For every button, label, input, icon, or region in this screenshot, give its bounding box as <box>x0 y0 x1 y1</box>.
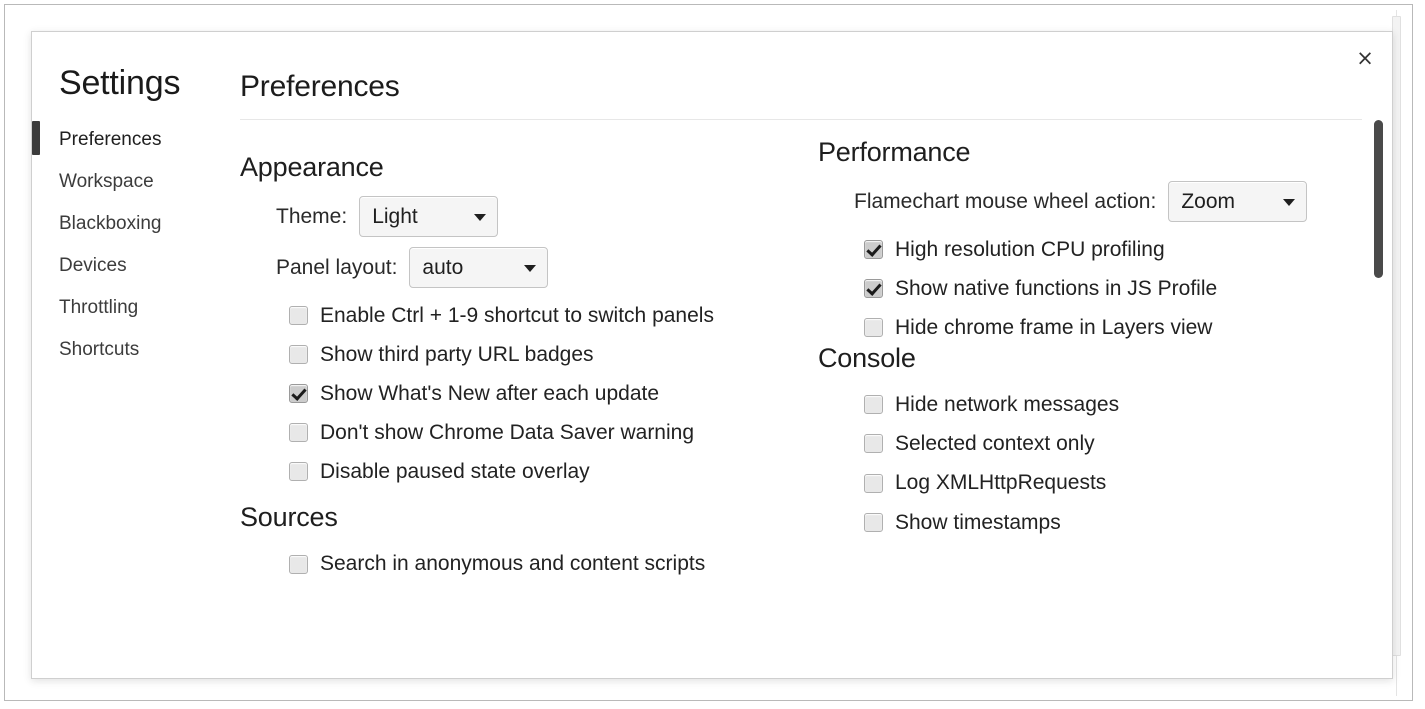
checkbox-label: Enable Ctrl + 1-9 shortcut to switch pan… <box>320 304 714 327</box>
dropdown-value: Light <box>372 204 418 228</box>
setting-row-select: Theme: Light <box>240 196 818 237</box>
dialog-scrollbar[interactable] <box>1372 120 1386 672</box>
setting-row-checkbox[interactable]: Don't show Chrome Data Saver warning <box>289 421 818 444</box>
setting-row-checkbox[interactable]: Search in anonymous and content scripts <box>289 552 818 575</box>
theme-dropdown[interactable]: Light <box>359 196 499 237</box>
chevron-down-icon <box>1283 198 1296 206</box>
section-title-sources: Sources <box>240 502 338 533</box>
sidebar-item-throttling[interactable]: Throttling <box>59 287 240 329</box>
checkbox-unchecked-icon[interactable] <box>864 434 883 454</box>
settings-columns: Appearance Theme: Light Panel layout: auto En… <box>240 133 1392 678</box>
checkbox-unchecked-icon[interactable] <box>289 423 308 443</box>
sidebar-item-shortcuts[interactable]: Shortcuts <box>59 329 240 371</box>
sidebar-item-label: Preferences <box>59 129 162 150</box>
setting-row-checkbox[interactable]: Log XMLHttpRequests <box>864 471 1362 494</box>
setting-row-checkbox[interactable]: Hide network messages <box>864 393 1362 416</box>
sidebar-item-label: Workspace <box>59 171 154 192</box>
select-label: Panel layout: <box>276 255 398 279</box>
page-scrollbar-thumb[interactable] <box>1392 16 1401 656</box>
checkbox-unchecked-icon[interactable] <box>864 473 883 493</box>
checkbox-checked-icon[interactable] <box>864 279 883 299</box>
chevron-down-icon <box>524 264 537 272</box>
chevron-down-icon <box>474 213 487 221</box>
checkbox-label: Don't show Chrome Data Saver warning <box>320 421 695 445</box>
checkbox-unchecked-icon[interactable] <box>864 318 883 338</box>
checkbox-label: Search in anonymous and content scripts <box>320 552 706 576</box>
sidebar-item-devices[interactable]: Devices <box>59 245 240 287</box>
setting-row-checkbox[interactable]: High resolution CPU profiling <box>864 238 1362 261</box>
setting-row-checkbox[interactable]: Show third party URL badges <box>289 343 818 366</box>
sidebar-item-workspace[interactable]: Workspace <box>59 161 240 203</box>
checkbox-label: Hide network messages <box>895 393 1120 417</box>
checkbox-unchecked-icon[interactable] <box>864 395 883 415</box>
settings-column-right: Performance Flamechart mouse wheel action… <box>818 133 1362 678</box>
checkbox-checked-icon[interactable] <box>289 384 308 404</box>
setting-row-checkbox[interactable]: Show timestamps <box>864 511 1362 534</box>
setting-row-checkbox[interactable]: Selected context only <box>864 432 1362 455</box>
sidebar-item-list: Preferences Workspace Blackboxing Devices Th… <box>32 119 240 371</box>
checkbox-label: Show native functions in JS Profile <box>895 277 1218 301</box>
setting-row-select: Flamechart mouse wheel action: Zoom <box>818 181 1362 222</box>
dropdown-value: auto <box>422 255 464 279</box>
settings-sidebar: Settings Preferences Workspace Blackboxing… <box>32 32 240 678</box>
checkbox-checked-icon[interactable] <box>864 240 883 260</box>
setting-row-checkbox[interactable]: Show native functions in JS Profile <box>864 277 1362 300</box>
checkbox-unchecked-icon[interactable] <box>289 554 308 574</box>
page-scrollbar[interactable] <box>1392 10 1407 696</box>
checkbox-label: High resolution CPU profiling <box>895 238 1165 261</box>
sidebar-item-label: Devices <box>59 255 127 276</box>
dropdown-value: Zoom <box>1181 189 1235 213</box>
checkbox-label: Hide chrome frame in Layers view <box>895 316 1213 340</box>
checkbox-unchecked-icon[interactable] <box>289 462 308 482</box>
sidebar-title: Settings <box>59 64 181 102</box>
settings-dialog: × Settings Preferences Workspace Blackboxi… <box>31 31 1393 679</box>
checkbox-label: Show timestamps <box>895 510 1061 534</box>
checkbox-label: Selected context only <box>895 432 1095 456</box>
section-title-appearance: Appearance <box>240 152 384 182</box>
select-label: Flamechart mouse wheel action: <box>854 189 1157 213</box>
sidebar-item-blackboxing[interactable]: Blackboxing <box>59 203 240 245</box>
checkbox-unchecked-icon[interactable] <box>289 306 308 326</box>
sidebar-item-label: Blackboxing <box>59 213 162 234</box>
sidebar-item-label: Shortcuts <box>59 339 140 360</box>
header-divider <box>240 119 1362 120</box>
checkbox-label: Log XMLHttpRequests <box>895 471 1107 495</box>
checkbox-label: Disable paused state overlay <box>320 460 590 484</box>
sidebar-item-preferences[interactable]: Preferences <box>32 119 240 161</box>
checkbox-unchecked-icon[interactable] <box>289 345 308 365</box>
select-label: Theme: <box>276 204 348 228</box>
setting-row-checkbox[interactable]: Enable Ctrl + 1-9 shortcut to switch pan… <box>289 304 818 327</box>
checkbox-label: Show What's New after each update <box>320 382 660 406</box>
setting-row-checkbox[interactable]: Hide chrome frame in Layers view <box>864 316 1362 339</box>
checkbox-label: Show third party URL badges <box>320 343 594 367</box>
setting-row-checkbox[interactable]: Disable paused state overlay <box>289 460 818 483</box>
sidebar-item-label: Throttling <box>59 297 139 318</box>
setting-row-select: Panel layout: auto <box>240 247 818 288</box>
panel-dropdown[interactable]: auto <box>409 247 549 288</box>
settings-content: Preferences Appearance Theme: Light Panel l… <box>240 32 1392 678</box>
checkbox-unchecked-icon[interactable] <box>864 512 883 532</box>
section-title-performance: Performance <box>818 137 971 167</box>
page-title: Preferences <box>240 70 400 103</box>
settings-column-left: Appearance Theme: Light Panel layout: auto En… <box>240 133 818 678</box>
dialog-scrollbar-thumb[interactable] <box>1374 120 1383 278</box>
flame-dropdown[interactable]: Zoom <box>1168 181 1308 222</box>
section-title-console: Console <box>818 343 916 374</box>
setting-row-checkbox[interactable]: Show What's New after each update <box>289 382 818 405</box>
